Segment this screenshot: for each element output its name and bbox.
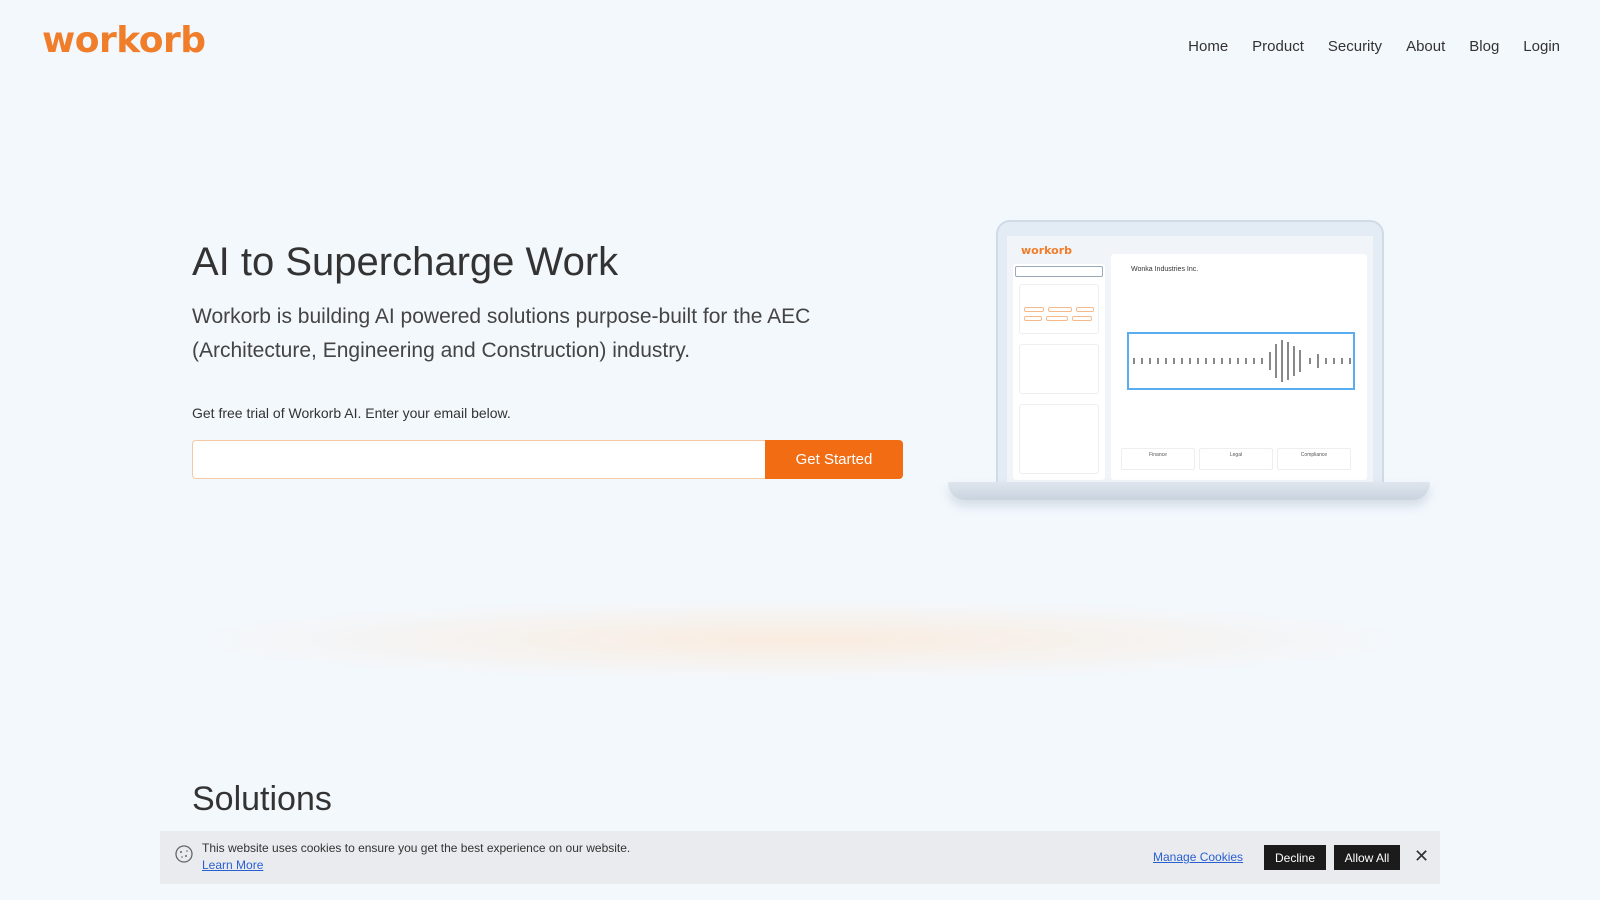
preview-block	[1019, 404, 1099, 474]
preview-tag	[1024, 307, 1044, 312]
nav-security[interactable]: Security	[1328, 38, 1382, 55]
preview-bar	[1165, 358, 1167, 364]
main-nav: Home Product Security About Blog Login	[1188, 38, 1560, 55]
preview-bar	[1221, 358, 1223, 364]
preview-bar	[1197, 358, 1199, 364]
preview-bar	[1269, 352, 1271, 370]
learn-more-link[interactable]: Learn More	[202, 858, 263, 872]
hero-subtitle: Workorb is building AI powered solutions…	[192, 305, 811, 362]
preview-search	[1015, 266, 1103, 277]
preview-bar	[1213, 358, 1215, 364]
get-started-button[interactable]: Get Started	[765, 440, 903, 479]
nav-about[interactable]: About	[1406, 38, 1445, 55]
allow-all-button[interactable]: Allow All	[1334, 845, 1400, 870]
preview-card-compliance: Compliance	[1277, 448, 1351, 470]
preview-cards: Finance Legal Compliance	[1121, 448, 1351, 470]
preview-bar	[1173, 358, 1175, 364]
preview-bar	[1205, 358, 1207, 364]
preview-bar	[1349, 358, 1351, 364]
hero-title: AI to Supercharge Work	[192, 240, 619, 284]
decline-button[interactable]: Decline	[1264, 845, 1326, 870]
preview-bar	[1341, 358, 1343, 364]
preview-logo: workorb	[1021, 244, 1073, 257]
laptop-lid: workorb Wonka Industries Inc. Finance Le…	[996, 220, 1384, 484]
signup-form: Get Started	[192, 440, 903, 479]
preview-bar	[1141, 358, 1143, 364]
preview-tag	[1048, 307, 1072, 312]
preview-block	[1019, 344, 1099, 394]
preview-bar	[1325, 358, 1327, 364]
workorb-logo[interactable]: workorb	[42, 20, 206, 61]
preview-bar	[1181, 358, 1183, 364]
preview-timeline-chart	[1127, 332, 1355, 390]
cookie-icon	[175, 845, 193, 863]
preview-tag	[1072, 316, 1092, 321]
preview-card-finance: Finance	[1121, 448, 1195, 470]
nav-home[interactable]: Home	[1188, 38, 1228, 55]
preview-tag	[1076, 307, 1094, 312]
preview-bar	[1149, 358, 1151, 364]
preview-bar	[1189, 358, 1191, 364]
preview-block	[1019, 284, 1099, 334]
manage-cookies-link[interactable]: Manage Cookies	[1153, 850, 1243, 864]
preview-bar	[1281, 340, 1283, 382]
solutions-heading: Solutions	[192, 780, 332, 818]
product-preview-laptop: workorb Wonka Industries Inc. Finance Le…	[948, 220, 1430, 505]
preview-bar	[1245, 358, 1247, 364]
preview-bar	[1157, 358, 1159, 364]
preview-bar	[1133, 358, 1135, 364]
email-input[interactable]	[192, 440, 765, 479]
preview-bar	[1317, 354, 1319, 368]
preview-tag	[1024, 316, 1042, 321]
nav-login[interactable]: Login	[1523, 38, 1560, 55]
preview-bar	[1293, 346, 1295, 376]
cookie-message: This website uses cookies to ensure you …	[202, 841, 631, 855]
nav-product[interactable]: Product	[1252, 38, 1304, 55]
preview-bar	[1261, 358, 1263, 364]
preview-bar	[1253, 358, 1255, 364]
preview-card-legal: Legal	[1199, 448, 1273, 470]
preview-bar	[1237, 358, 1239, 364]
preview-bar	[1229, 358, 1231, 364]
page-background: workorb Home Product Security About Blog…	[0, 0, 1600, 900]
trial-text: Get free trial of Workorb AI. Enter your…	[192, 405, 511, 421]
laptop-screen: workorb Wonka Industries Inc. Finance Le…	[1007, 236, 1373, 482]
close-icon[interactable]: ✕	[1414, 845, 1429, 867]
preview-company: Wonka Industries Inc.	[1131, 266, 1199, 273]
preview-bar	[1309, 358, 1311, 364]
cookie-banner: This website uses cookies to ensure you …	[160, 831, 1440, 884]
laptop-base	[948, 482, 1430, 500]
preview-bar	[1275, 344, 1277, 378]
preview-tag	[1046, 316, 1068, 321]
preview-bar	[1333, 358, 1335, 364]
preview-bar	[1299, 350, 1301, 372]
preview-bar	[1287, 342, 1289, 380]
nav-blog[interactable]: Blog	[1469, 38, 1499, 55]
